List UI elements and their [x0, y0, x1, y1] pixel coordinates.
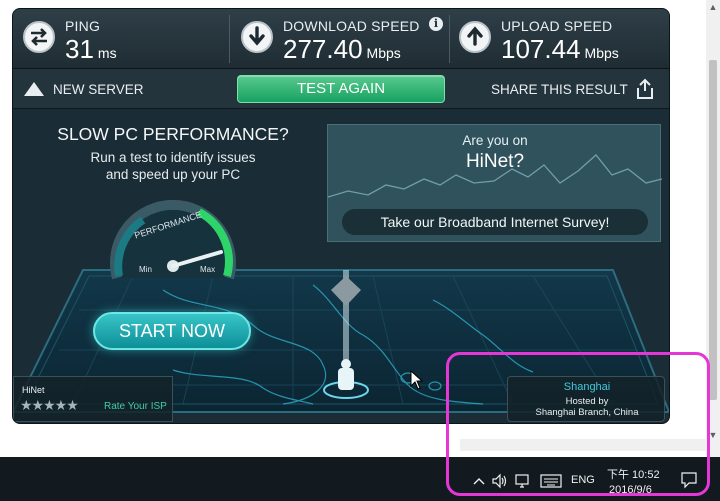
ping-label: PING [65, 18, 101, 34]
taskbar: ENG 下午 10:52 2016/9/6 [0, 457, 720, 501]
download-arrow-icon [241, 21, 273, 53]
share-result-label[interactable]: SHARE THIS RESULT [491, 82, 628, 97]
new-server-label[interactable]: NEW SERVER [53, 82, 144, 97]
divider [229, 15, 230, 63]
ping-stat: PING 31 ms [17, 9, 225, 69]
upload-stat: UPLOAD SPEED 107.44 Mbps [453, 9, 667, 69]
chevron-up-icon[interactable] [473, 476, 485, 486]
volume-icon[interactable] [491, 473, 509, 489]
server-branch: Shanghai Branch, China [535, 407, 639, 418]
gauge-min: Min [139, 265, 152, 274]
clock-date[interactable]: 2016/9/6 [609, 484, 652, 496]
download-label: DOWNLOAD SPEED [283, 18, 420, 34]
speedtest-window: PING 31ms DOWNLOAD SPEED i 277.40Mbps [12, 8, 670, 424]
server-info-box: Shanghai Hosted by Shanghai Branch, Chin… [507, 376, 665, 422]
new-server-button[interactable] [23, 81, 45, 102]
result-panel: SLOW PC PERFORMANCE? Run a test to ident… [13, 110, 669, 423]
download-value: 277.40 Mbps [283, 34, 401, 65]
download-stat: DOWNLOAD SPEED i 277.40 Mbps [235, 9, 447, 69]
download-number: 277.40 [283, 34, 363, 64]
isp-rating-box: HiNet ★★★★★ Rate Your ISP [13, 376, 173, 422]
upload-value: 107.44 Mbps [501, 34, 619, 65]
start-now-button[interactable]: START NOW [93, 312, 251, 350]
ad-line-2: and speed up your PC [105, 167, 241, 182]
survey-button[interactable]: Take our Broadband Internet Survey! [342, 209, 648, 235]
upload-unit: Mbps [584, 45, 619, 61]
ping-value: 31 ms [65, 34, 117, 65]
performance-gauge-icon [110, 199, 236, 280]
info-icon[interactable]: i [429, 17, 443, 31]
upload-label: UPLOAD SPEED [501, 18, 613, 34]
ping-number: 31 [65, 34, 94, 64]
pc-performance-ad: SLOW PC PERFORMANCE? Run a test to ident… [23, 110, 323, 370]
test-again-button[interactable]: TEST AGAIN [237, 75, 445, 103]
scroll-down-icon[interactable]: ▼ [706, 428, 720, 442]
stats-bar: PING 31ms DOWNLOAD SPEED i 277.40Mbps [13, 9, 669, 69]
mouse-cursor-icon [410, 370, 424, 390]
server-hosted-label: Hosted by [565, 396, 609, 407]
isp-name: HiNet [22, 385, 45, 395]
notification-icon[interactable] [680, 471, 698, 489]
server-city: Shanghai [563, 381, 611, 393]
ad-title: SLOW PC PERFORMANCE? [57, 124, 289, 144]
upload-number: 107.44 [501, 34, 581, 64]
upload-arrow-icon [459, 21, 491, 53]
horizontal-scrollbar[interactable] [460, 439, 706, 451]
rate-isp-link[interactable]: Rate Your ISP [104, 401, 167, 412]
ping-unit: ms [97, 45, 117, 61]
share-icon[interactable] [635, 78, 655, 105]
rating-stars[interactable]: ★★★★★ [20, 397, 79, 414]
toolbar: NEW SERVER TEST AGAIN SHARE THIS RESULT [13, 69, 669, 109]
language-indicator[interactable]: ENG [571, 474, 595, 486]
scroll-up-icon[interactable]: ▲ [706, 0, 720, 14]
vertical-scrollbar[interactable]: ▲ ▼ [706, 0, 720, 457]
network-icon[interactable] [514, 473, 532, 489]
server-triangle-icon [24, 82, 44, 96]
clock-time[interactable]: 下午 10:52 [607, 466, 660, 482]
ping-icon [23, 21, 55, 53]
survey-isp: HiNet? [465, 151, 525, 172]
download-unit: Mbps [366, 45, 401, 61]
survey-question: Are you on [462, 133, 528, 148]
isp-survey-ad[interactable]: Are you on HiNet? Take our Broadband Int… [327, 124, 662, 242]
scroll-thumb[interactable] [709, 60, 717, 400]
gauge-max: Max [200, 265, 216, 274]
keyboard-icon[interactable] [540, 474, 562, 488]
screen: PING 31ms DOWNLOAD SPEED i 277.40Mbps [0, 0, 720, 501]
ad-line-1: Run a test to identify issues [90, 150, 256, 165]
divider [449, 15, 450, 63]
